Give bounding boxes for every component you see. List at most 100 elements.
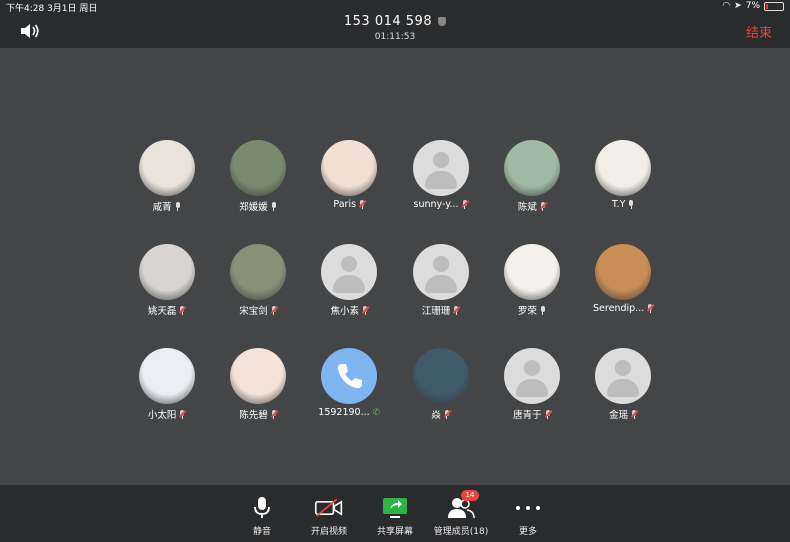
battery-icon	[764, 1, 784, 11]
participant-label: 焱	[431, 407, 452, 421]
participant-avatar	[321, 140, 378, 196]
participant-label: T.Y	[612, 199, 635, 210]
participant-label: 唐青于	[513, 407, 552, 421]
participant-name: 小太阳	[147, 410, 177, 421]
participant-tile[interactable]: 陈先碧	[212, 348, 303, 421]
participant-name: 陈先碧	[239, 410, 268, 421]
participant-avatar	[138, 140, 195, 196]
participant-tile[interactable]: T.Y	[577, 140, 668, 213]
participant-label: 江珊珊	[422, 303, 461, 317]
end-meeting-button[interactable]: 结束	[746, 22, 772, 41]
meeting-timer: 01:11:53	[374, 32, 416, 42]
participant-name: 咸菁	[152, 202, 172, 213]
participant-label: 陈先碧	[239, 407, 278, 421]
manage-members-button[interactable]: 14 管理成员(18)	[426, 490, 496, 537]
participant-label: 咸菁	[153, 199, 181, 213]
participant-avatar	[138, 244, 195, 300]
meeting-header: 153 014 598 01:11:53 结束	[0, 14, 790, 48]
participant-tile[interactable]: 金瑶	[577, 348, 668, 421]
mic-muted-icon	[544, 409, 552, 419]
participant-name: 宋宝剑	[239, 306, 268, 317]
participant-name: 1592190...	[318, 407, 370, 418]
participant-tile[interactable]: 郑媛媛	[212, 140, 303, 213]
participant-tile[interactable]: Paris	[304, 140, 395, 213]
battery-percent: 7%	[745, 1, 760, 11]
mute-button[interactable]: 静音	[227, 495, 297, 537]
participant-avatar	[595, 244, 652, 300]
participant-avatar	[229, 140, 286, 196]
more-dots-icon	[516, 506, 540, 510]
more-button[interactable]: 更多	[493, 495, 563, 537]
participant-name: 陈斌	[517, 202, 537, 213]
wifi-icon: ◠	[722, 1, 731, 11]
mic-muted-icon	[179, 305, 187, 315]
participant-label: 焦小素	[330, 303, 370, 317]
participant-tile[interactable]: 宋宝剑	[212, 244, 303, 317]
participant-label: 陈斌	[517, 199, 548, 213]
mic-muted-icon	[270, 305, 278, 315]
participant-label: 罗荣	[518, 303, 546, 317]
participant-tile[interactable]: 罗荣	[486, 244, 577, 317]
participant-name: 姚天磊	[147, 306, 177, 317]
status-time-date: 下午4:28 3月1日 周日	[6, 4, 98, 14]
mic-muted-icon	[179, 409, 187, 419]
mic-icon	[175, 201, 181, 211]
participant-tile[interactable]: 咸菁	[121, 140, 212, 213]
meeting-id[interactable]: 153 014 598	[0, 14, 790, 29]
mic-muted-icon	[358, 200, 367, 209]
default-avatar-icon	[412, 244, 469, 300]
participant-tile[interactable]: 陈斌	[486, 140, 577, 213]
participant-label: 小太阳	[147, 407, 187, 421]
mic-icon	[271, 201, 277, 211]
video-off-icon	[314, 498, 343, 517]
video-label: 开启视频	[310, 527, 347, 537]
participant-row: 咸菁 郑媛媛 Paris sunny-y... 陈斌 T.Y	[121, 140, 669, 213]
phone-icon: ✆	[372, 407, 381, 418]
participant-tile[interactable]: 1592190... ✆	[304, 348, 395, 421]
participant-label: 姚天磊	[147, 303, 187, 317]
participant-avatar	[595, 140, 652, 196]
more-label: 更多	[518, 527, 537, 537]
shield-icon	[438, 17, 447, 26]
participant-avatar	[229, 348, 286, 404]
participant-name: Paris	[333, 199, 357, 210]
start-video-button[interactable]: 开启视频	[294, 495, 364, 537]
share-screen-icon	[383, 498, 407, 518]
share-screen-button[interactable]: 共享屏幕	[360, 495, 430, 537]
participant-tile[interactable]: 姚天磊	[121, 244, 212, 317]
mic-icon	[540, 305, 546, 315]
location-icon: ➤	[734, 1, 742, 11]
participant-avatar	[503, 140, 560, 196]
participant-label: sunny-y...	[414, 199, 469, 210]
participant-tile[interactable]: 小太阳	[121, 348, 212, 421]
mic-muted-icon	[539, 201, 548, 211]
share-label: 共享屏幕	[376, 527, 413, 537]
participant-name: 罗荣	[517, 306, 537, 317]
mic-muted-icon	[453, 305, 461, 315]
mute-label: 静音	[252, 527, 271, 537]
participants-grid: 咸菁 郑媛媛 Paris sunny-y... 陈斌 T.Y 姚天磊 宋宝剑 焦小素 江珊珊 罗荣 S…	[121, 140, 669, 452]
participant-name: 金瑶	[609, 410, 629, 421]
participant-label: 宋宝剑	[239, 303, 278, 317]
participant-label: 金瑶	[609, 407, 639, 421]
participant-tile[interactable]: sunny-y...	[395, 140, 486, 213]
participant-tile[interactable]: Serendip...	[577, 244, 668, 317]
microphone-icon	[254, 497, 270, 518]
participant-label: Serendip...	[593, 303, 655, 314]
default-avatar-icon	[412, 140, 469, 196]
participant-row: 姚天磊 宋宝剑 焦小素 江珊珊 罗荣 Serendip...	[121, 244, 669, 317]
participant-tile[interactable]: 焦小素	[304, 244, 395, 317]
members-label: 管理成员(18)	[433, 527, 489, 537]
participant-name: T.Y	[611, 199, 626, 210]
participant-label: 1592190... ✆	[318, 407, 380, 418]
participant-avatar	[138, 348, 195, 404]
participant-tile[interactable]: 唐青于	[486, 348, 577, 421]
default-avatar-icon	[595, 348, 652, 404]
participant-tile[interactable]: 焱	[395, 348, 486, 421]
phone-avatar-icon	[321, 348, 378, 404]
mic-muted-icon	[270, 409, 278, 419]
members-count-badge: 14	[461, 490, 479, 501]
participant-name: Serendip...	[593, 303, 645, 314]
default-avatar-icon	[503, 348, 560, 404]
participant-tile[interactable]: 江珊珊	[395, 244, 486, 317]
